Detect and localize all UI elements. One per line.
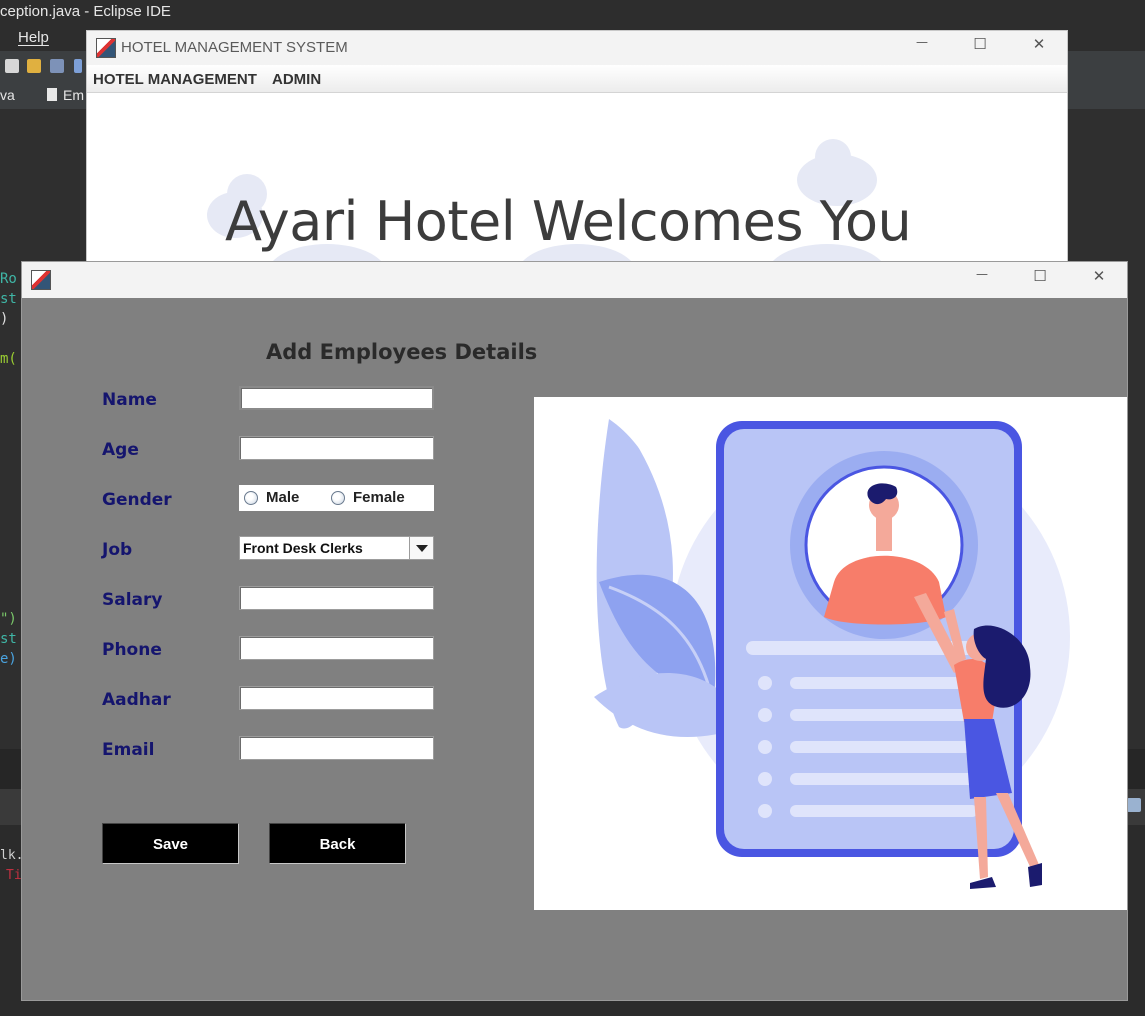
- back-button[interactable]: Back: [269, 823, 406, 864]
- list-bullet: [758, 740, 772, 754]
- maximize-icon[interactable]: ☐: [1025, 267, 1055, 293]
- menu-hotel-management[interactable]: HOTEL MANAGEMENT: [93, 71, 257, 88]
- chevron-down-icon[interactable]: [409, 537, 433, 559]
- profile-line: [790, 709, 978, 721]
- minimize-icon[interactable]: —: [907, 35, 937, 61]
- salary-input[interactable]: [239, 586, 434, 610]
- close-icon[interactable]: ✕: [1084, 267, 1114, 293]
- java-app-icon: [96, 38, 116, 58]
- gender-female-radio[interactable]: [331, 491, 345, 505]
- code-fragment: e): [0, 651, 17, 667]
- hotel-main-window: HOTEL MANAGEMENT SYSTEM — ☐ ✕ HOTEL MANA…: [86, 30, 1068, 270]
- hotel-title-bar: HOTEL MANAGEMENT SYSTEM — ☐ ✕: [87, 31, 1067, 65]
- toolbar-doc-icon[interactable]: [50, 59, 64, 73]
- avatar-neck: [876, 517, 892, 551]
- list-bullet: [758, 708, 772, 722]
- console-error-fragment: Ti: [6, 868, 22, 883]
- aadhar-label: Aadhar: [102, 690, 171, 710]
- java-file-icon: [47, 88, 57, 101]
- hotel-welcome-panel: Ayari Hotel Welcomes You: [87, 94, 1067, 269]
- email-input[interactable]: [239, 736, 434, 760]
- editor-tab-left[interactable]: va: [0, 87, 15, 103]
- list-bullet: [758, 804, 772, 818]
- employee-form-panel: Add Employees Details Name Age Gender Ma…: [22, 298, 1127, 1000]
- job-label: Job: [102, 540, 133, 560]
- profile-line: [790, 741, 978, 753]
- toolbar-tool-icon[interactable]: [5, 59, 19, 73]
- woman-shoe: [1028, 863, 1042, 887]
- gender-male-radio[interactable]: [244, 491, 258, 505]
- toolbar-para-icon[interactable]: [74, 59, 82, 73]
- code-fragment: Ro: [0, 271, 17, 287]
- age-input[interactable]: [239, 436, 434, 460]
- eclipse-title-bar: ception.java - Eclipse IDE: [0, 0, 1145, 26]
- phone-input[interactable]: [239, 636, 434, 660]
- gender-label: Gender: [102, 490, 172, 510]
- welcome-heading: Ayari Hotel Welcomes You: [225, 190, 912, 253]
- employee-illustration: [534, 397, 1127, 910]
- phone-label: Phone: [102, 640, 162, 660]
- menu-admin[interactable]: ADMIN: [272, 71, 321, 88]
- profile-line: [790, 805, 978, 817]
- eclipse-menu-help[interactable]: Help: [18, 29, 49, 46]
- email-label: Email: [102, 740, 155, 760]
- job-selected-value: Front Desk Clerks: [243, 540, 363, 556]
- eclipse-window-title: ception.java - Eclipse IDE: [0, 3, 171, 20]
- console-icon[interactable]: [1127, 798, 1141, 812]
- profile-line: [790, 773, 978, 785]
- hotel-menu-bar: HOTEL MANAGEMENT ADMIN: [87, 65, 1067, 93]
- name-label: Name: [102, 390, 157, 410]
- code-fragment: "): [0, 611, 17, 627]
- hotel-window-title: HOTEL MANAGEMENT SYSTEM: [121, 39, 348, 56]
- job-dropdown[interactable]: Front Desk Clerks: [239, 536, 434, 560]
- close-icon[interactable]: ✕: [1024, 35, 1054, 61]
- minimize-icon[interactable]: —: [967, 267, 997, 293]
- list-bullet: [758, 676, 772, 690]
- add-employee-window: — ☐ ✕ Add Employees Details Name Age Gen…: [21, 261, 1128, 1001]
- code-fragment: st: [0, 631, 17, 647]
- name-input[interactable]: [239, 386, 434, 410]
- woman-shoe: [970, 877, 996, 889]
- list-bullet: [758, 772, 772, 786]
- code-fragment: st: [0, 291, 17, 307]
- gender-male-label[interactable]: Male: [266, 489, 299, 506]
- java-app-icon: [31, 270, 51, 290]
- save-button[interactable]: Save: [102, 823, 239, 864]
- profile-line: [790, 677, 978, 689]
- code-fragment: ): [0, 311, 9, 327]
- form-heading: Add Employees Details: [266, 340, 538, 364]
- gender-radio-group: Male Female: [239, 485, 434, 511]
- salary-label: Salary: [102, 590, 163, 610]
- age-label: Age: [102, 440, 139, 460]
- editor-tab-file[interactable]: Em: [63, 87, 84, 103]
- employee-title-bar: — ☐ ✕: [22, 262, 1127, 298]
- toolbar-open-icon[interactable]: [27, 59, 41, 73]
- maximize-icon[interactable]: ☐: [965, 35, 995, 61]
- code-fragment: m(: [0, 351, 17, 367]
- aadhar-input[interactable]: [239, 686, 434, 710]
- employee-profile-illustration: [594, 419, 1070, 889]
- decor-cloud: [815, 139, 851, 175]
- gender-female-label[interactable]: Female: [353, 489, 405, 506]
